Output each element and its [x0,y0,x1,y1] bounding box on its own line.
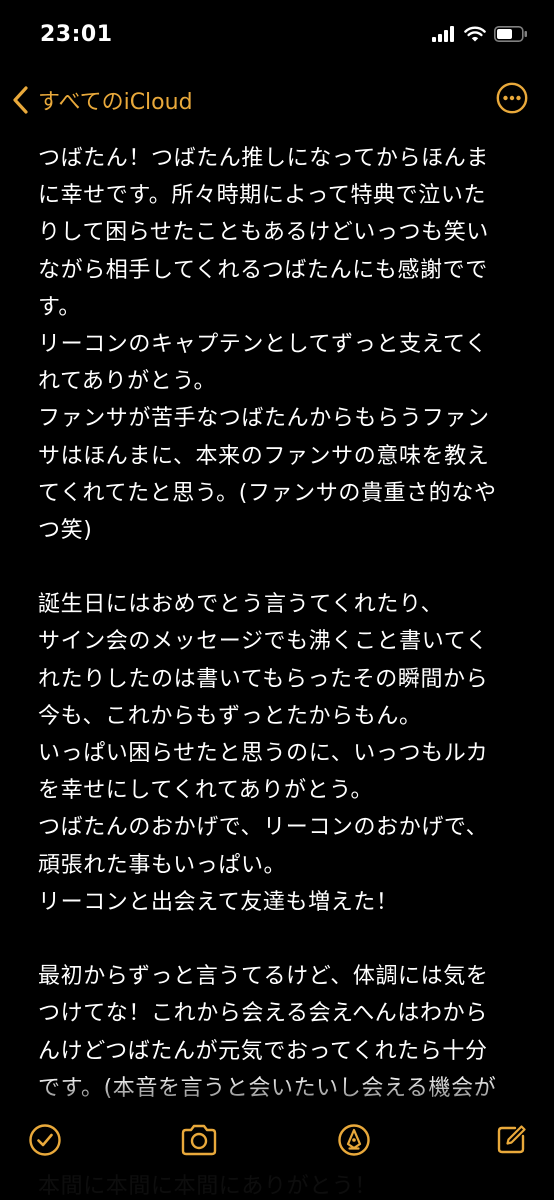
status-time: 23:01 [40,22,113,47]
note-line: ファンサが苦手なつばたんからもらうファン [38,406,490,432]
more-options-button[interactable] [496,82,528,114]
note-line: サイン会のメッセージでも沸くこと書いてく [38,629,489,655]
checklist-button[interactable] [27,1122,63,1158]
note-line: んけどつばたんが元気でおってくれたら十分 [38,1038,488,1064]
notes-screen: 23:01 すべてのiCloud つばたん！つばたん推しになってからほんま に幸… [0,0,554,1200]
markup-button[interactable] [336,1122,372,1158]
note-hidden-line: 本間に本間に本間にありがとう！ [38,1174,378,1199]
ellipsis-circle-icon [496,82,528,114]
back-label: すべてのiCloud [38,90,193,115]
note-line: れたりしたのは書いてもらったその瞬間から [38,666,489,692]
bottom-toolbar [0,1110,554,1170]
battery-icon [494,26,527,42]
note-line: つばたんのおかげで、リーコンのおかげで、 [38,815,489,841]
cellular-signal-icon [432,26,454,42]
navigation-bar: すべてのiCloud [0,74,554,124]
note-line: を幸せにしてくれてありがとう。 [38,778,374,804]
note-line: てくれてたと思う。(ファンサの貴重さ的なや [38,480,497,506]
note-text-area[interactable]: つばたん！つばたん推しになってからほんま に幸せです。所々時期によって特典で泣いた… [38,140,522,1110]
checkmark-circle-icon [29,1124,61,1156]
note-line: れてありがとう。 [38,369,217,395]
status-bar: 23:01 [0,0,554,66]
note-line: 今も、これからもずっとたからもん。 [38,703,422,729]
note-line: つけてな！これから会える会えへんはわから [38,1001,488,1027]
note-line: に幸せです。所々時期によって特典で泣いた [38,183,487,209]
note-line: 誕生日にはおめでとう言うてくれたり、 [38,592,444,618]
note-line: つ笑) [38,517,93,543]
compose-button[interactable] [493,1122,529,1158]
note-line: サはほんまに、本来のファンサの意味を教え [38,443,490,469]
note-line: 最初からずっと言うてるけど、体調には気を [38,964,489,990]
note-line: つばたん！つばたん推しになってからほんま [38,146,489,171]
note-line [38,549,522,586]
note-line: リーコンと出会えて友達も増えた！ [38,889,399,915]
status-icons [432,24,528,44]
note-line [38,921,522,958]
camera-icon [181,1124,217,1156]
note-line: ながら相手してくれるつばたんにも感謝でで [38,257,488,283]
chevron-left-icon [13,86,28,114]
camera-button[interactable] [179,1122,217,1158]
wifi-icon [464,26,486,42]
note-line: りして困らせたこともあるけどいっつも笑い [38,220,489,246]
note-line: です。(本音を言うと会いたいし会える機会が [38,1075,497,1101]
pen-tip-circle-icon [338,1124,370,1156]
note-line: す。 [38,294,82,320]
note-line: 頑張れた事もいっぱい。 [38,852,287,878]
note-line: いっぱい困らせたと思うのに、いっつもルカ [38,741,489,766]
note-line: リーコンのキャプテンとしてずっと支えてく [38,331,488,357]
compose-icon [497,1125,526,1154]
back-button[interactable]: すべてのiCloud [10,80,193,120]
